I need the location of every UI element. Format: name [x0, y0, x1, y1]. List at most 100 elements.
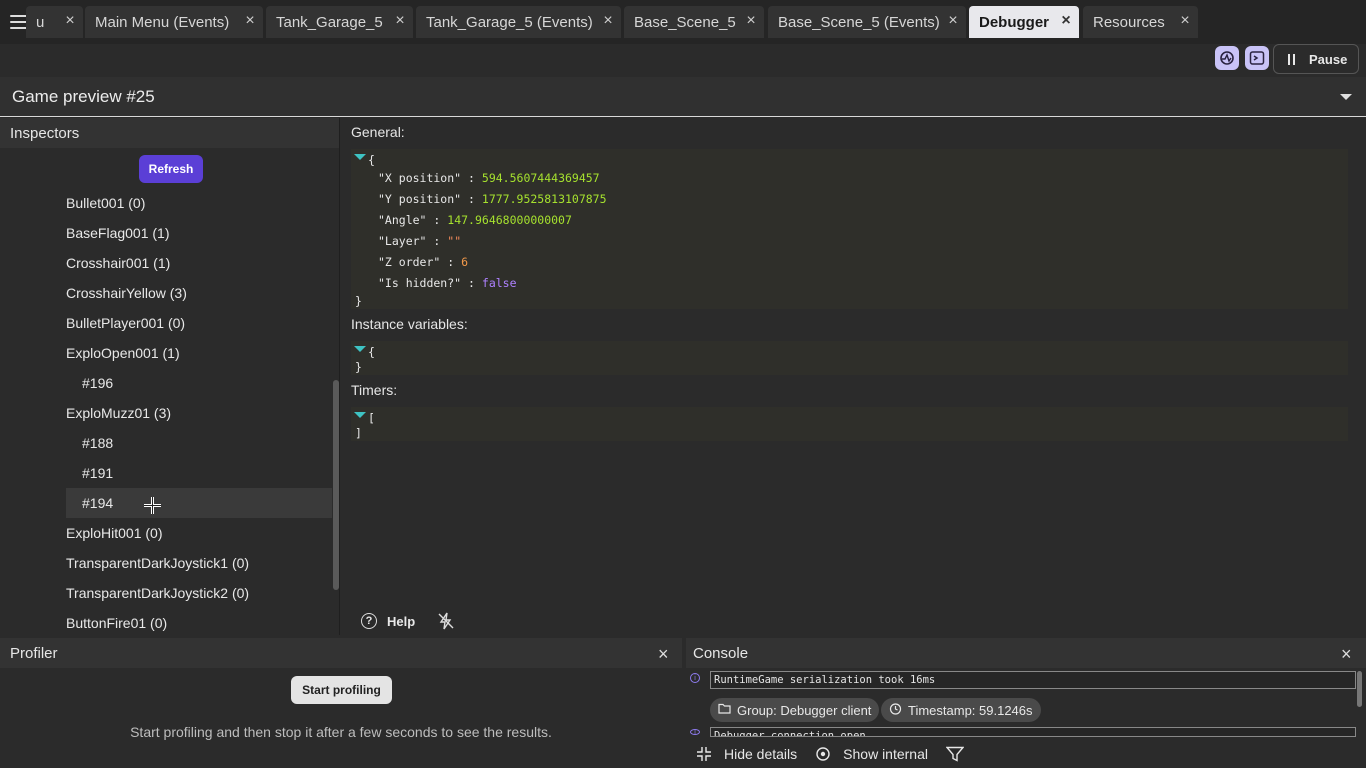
timer-icon: [889, 702, 902, 718]
tree-item[interactable]: ButtonFire01 (0): [0, 608, 332, 638]
group-chip[interactable]: Group: Debugger client: [710, 698, 880, 722]
console-icon[interactable]: [1245, 46, 1269, 70]
tab-base-scene-events[interactable]: Base_Scene_5 (Events) ×: [768, 6, 966, 38]
close-icon[interactable]: ×: [243, 13, 257, 29]
tab-label: Resources: [1093, 13, 1165, 31]
profiler-hint: Start profiling and then stop it after a…: [130, 724, 552, 740]
collapse-triangle-icon[interactable]: [354, 412, 366, 418]
tab-bar: u × Main Menu (Events) × Tank_Garage_5 ×…: [0, 0, 1366, 44]
close-icon[interactable]: ×: [1341, 644, 1352, 665]
close-icon[interactable]: ×: [1178, 13, 1192, 29]
close-icon[interactable]: ×: [658, 644, 669, 665]
tree-item[interactable]: BaseFlag001 (1): [0, 218, 332, 248]
json-field: "Is hidden?" : false: [378, 276, 517, 290]
tab-label: Base_Scene_5 (Events): [778, 13, 940, 31]
tree-item[interactable]: ExploHit001 (0): [0, 518, 332, 548]
folder-icon: [718, 703, 731, 717]
inspectors-panel: Inspectors Refresh Bullet001 (0) BaseFla…: [0, 118, 340, 635]
json-field: "Z order" : 6: [378, 255, 469, 269]
close-icon[interactable]: ×: [744, 13, 758, 29]
tab-label: Base_Scene_5: [634, 13, 736, 31]
inspectors-title: Inspectors: [0, 118, 339, 148]
inspector-tree: Bullet001 (0) BaseFlag001 (1) Crosshair0…: [0, 188, 332, 638]
tab-tank-garage[interactable]: Tank_Garage_5 ×: [266, 6, 413, 38]
collapse-icon[interactable]: [696, 746, 712, 762]
tab-tank-garage-events[interactable]: Tank_Garage_5 (Events) ×: [416, 6, 621, 38]
json-field: "Angle" : 147.96468000000007: [378, 213, 572, 227]
tree-item-instance[interactable]: #191: [0, 458, 332, 488]
close-icon[interactable]: ×: [1059, 13, 1073, 29]
tab-label: Tank_Garage_5 (Events): [426, 13, 593, 31]
eye-icon: [816, 747, 830, 761]
json-field: "Layer" : "": [378, 234, 462, 248]
start-profiling-button[interactable]: Start profiling: [291, 676, 392, 704]
filter-icon[interactable]: [945, 746, 964, 762]
instance-variables-json: { }: [351, 341, 1348, 375]
tree-item[interactable]: BulletPlayer001 (0): [0, 308, 332, 338]
close-icon[interactable]: ×: [946, 13, 960, 29]
tree-item-instance[interactable]: #188: [0, 428, 332, 458]
tab-label: Tank_Garage_5: [276, 13, 383, 31]
info-icon: i: [690, 729, 700, 735]
timestamp-chip-label: Timestamp: 59.1246s: [908, 702, 1033, 718]
tree-item[interactable]: Crosshair001 (1): [0, 248, 332, 278]
mouse-cursor-crosshair-icon: [144, 497, 161, 514]
tab-main-menu-events[interactable]: Main Menu (Events) ×: [85, 6, 263, 38]
close-icon[interactable]: ×: [601, 13, 615, 29]
help-link[interactable]: Help: [387, 614, 415, 629]
console-title: Console: [686, 638, 1366, 668]
tree-item[interactable]: TransparentDarkJoystick1 (0): [0, 548, 332, 578]
show-internal-button[interactable]: Show internal: [843, 746, 928, 762]
group-chip-label: Group: Debugger client: [737, 702, 872, 718]
help-icon[interactable]: ?: [361, 613, 377, 629]
tree-item[interactable]: TransparentDarkJoystick2 (0): [0, 578, 332, 608]
tree-item[interactable]: CrosshairYellow (3): [0, 278, 332, 308]
tab-main-menu[interactable]: u ×: [26, 6, 83, 38]
pause-label: Pause: [1309, 51, 1348, 67]
instance-variables-label: Instance variables:: [351, 316, 468, 332]
tab-label: Main Menu (Events): [95, 13, 230, 31]
json-field: "X position" : 594.5607444369457: [378, 171, 600, 185]
pause-button[interactable]: Pause: [1273, 44, 1359, 74]
tab-label: Debugger: [979, 13, 1050, 31]
profiler-panel: Profiler × Start profiling Start profili…: [0, 638, 682, 768]
tree-item[interactable]: ExploMuzz01 (3): [0, 398, 332, 428]
timers-json: [ ]: [351, 407, 1348, 441]
pause-icon: [1288, 53, 1295, 65]
collapse-triangle-icon[interactable]: [354, 346, 366, 352]
tree-item[interactable]: ExploOpen001 (1): [0, 338, 332, 368]
console-log-line: Debugger connection open: [710, 727, 1356, 737]
flash-off-icon[interactable]: [437, 612, 455, 630]
tab-debugger[interactable]: Debugger ×: [969, 6, 1079, 38]
tree-item-instance[interactable]: #196: [0, 368, 332, 398]
inspector-content: General: { "X position" : 594.5607444369…: [341, 118, 1366, 635]
game-preview-title: Game preview #25: [12, 86, 155, 106]
close-icon[interactable]: ×: [393, 13, 407, 29]
console-scrollbar[interactable]: [1357, 671, 1362, 707]
collapse-triangle-icon[interactable]: [354, 154, 366, 160]
info-icon: i: [690, 673, 700, 683]
chevron-down-icon[interactable]: [1340, 94, 1352, 100]
performance-icon[interactable]: [1215, 46, 1239, 70]
tab-label: u: [36, 13, 45, 31]
help-row: ? Help: [361, 612, 455, 630]
tree-item[interactable]: Bullet001 (0): [0, 188, 332, 218]
tree-item-instance-selected[interactable]: #194: [66, 488, 332, 518]
tab-resources[interactable]: Resources ×: [1083, 6, 1198, 38]
tab-base-scene[interactable]: Base_Scene_5 ×: [624, 6, 764, 38]
general-label: General:: [351, 124, 405, 140]
debugger-toolbar: Pause: [0, 44, 1366, 74]
close-icon[interactable]: ×: [63, 13, 77, 29]
json-field: "Y position" : 1777.9525813107875: [378, 192, 607, 206]
hide-details-button[interactable]: Hide details: [724, 746, 797, 762]
game-preview-selector[interactable]: Game preview #25: [0, 77, 1366, 117]
timestamp-chip[interactable]: Timestamp: 59.1246s: [881, 698, 1041, 722]
timers-label: Timers:: [351, 382, 398, 398]
console-panel: Console × i RuntimeGame serialization to…: [686, 638, 1366, 768]
general-json: { "X position" : 594.5607444369457 "Y po…: [351, 149, 1348, 309]
refresh-button[interactable]: Refresh: [139, 155, 203, 183]
console-log-line: RuntimeGame serialization took 16ms: [710, 671, 1356, 689]
inspectors-scrollbar[interactable]: [333, 380, 339, 590]
console-footer: Hide details Show internal: [686, 740, 1366, 768]
profiler-title: Profiler: [0, 638, 682, 668]
